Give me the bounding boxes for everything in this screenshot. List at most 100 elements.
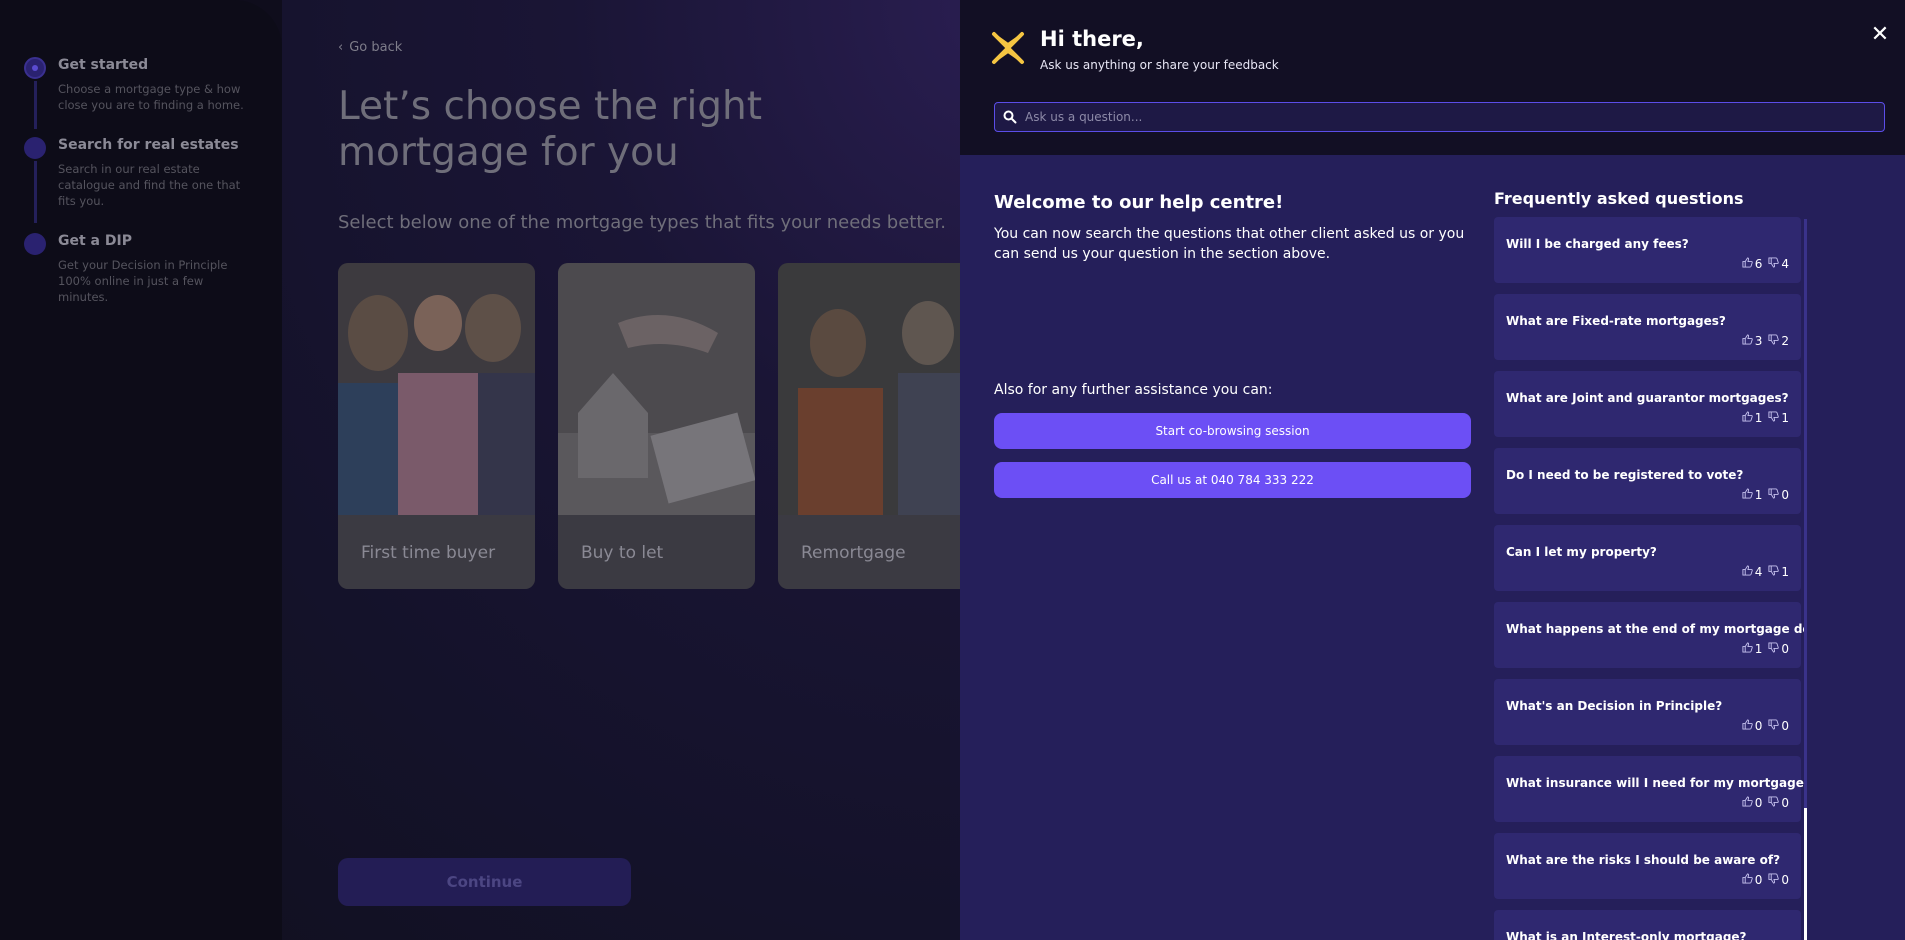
thumbs-up-button[interactable]: 6: [1742, 257, 1762, 271]
downvote-count: 1: [1781, 411, 1789, 425]
page-title: Let’s choose the right mortgage for you: [338, 84, 763, 175]
upvote-count: 0: [1754, 873, 1763, 887]
go-back-label: Go back: [349, 40, 403, 55]
thumbs-down-button[interactable]: 1: [1768, 411, 1789, 425]
faq-item[interactable]: What are the risks I should be aware of?…: [1494, 833, 1801, 899]
card-caption: Remortgage: [778, 515, 960, 589]
help-search-bar[interactable]: [994, 102, 1885, 132]
couple-photo: [778, 263, 960, 515]
step-get-dip[interactable]: Get a DIP Get your Decision in Principle…: [24, 231, 254, 305]
faq-votes: 41: [1742, 565, 1789, 579]
downvote-count: 0: [1781, 796, 1789, 810]
thumbs-down-button[interactable]: 0: [1768, 642, 1789, 656]
thumbs-up-icon: [1742, 257, 1753, 271]
upvote-count: 1: [1754, 488, 1763, 502]
continue-button[interactable]: Continue: [338, 858, 631, 906]
step-desc: Choose a mortgage type & how close you a…: [58, 82, 244, 112]
progress-sidebar: Get started Choose a mortgage type & how…: [0, 0, 282, 940]
thumbs-down-button[interactable]: 0: [1768, 873, 1789, 887]
faq-item[interactable]: What are Joint and guarantor mortgages? 1…: [1494, 371, 1801, 437]
thumbs-down-button[interactable]: 0: [1768, 488, 1789, 502]
go-back-link[interactable]: ‹ Go back: [338, 40, 402, 55]
thumbs-down-icon: [1768, 796, 1780, 810]
thumbs-down-button[interactable]: 0: [1768, 796, 1789, 810]
page-subtitle: Select below one of the mortgage types t…: [338, 212, 946, 233]
step-connector: [34, 81, 37, 129]
thumbs-down-button[interactable]: 1: [1768, 565, 1789, 579]
downvote-count: 0: [1781, 719, 1789, 733]
thumbs-up-button[interactable]: 4: [1742, 565, 1763, 579]
faq-item[interactable]: Will I be charged any fees? 6 4: [1494, 217, 1801, 283]
step-indicator: [24, 137, 46, 159]
card-first-time-buyer[interactable]: First time buyer: [338, 263, 535, 589]
thumbs-up-button[interactable]: 1: [1742, 642, 1762, 656]
upvote-count: 1: [1754, 411, 1763, 425]
help-greeting-sub: Ask us anything or share your feedback: [1040, 58, 1279, 72]
step-title: Get a DIP: [58, 233, 132, 249]
thumbs-down-button[interactable]: 2: [1768, 334, 1789, 348]
faq-question: What are Joint and guarantor mortgages?: [1506, 391, 1789, 405]
faq-item[interactable]: What's an Decision in Principle? 0 0: [1494, 679, 1801, 745]
faq-item[interactable]: Can I let my property? 4 1: [1494, 525, 1801, 591]
faq-votes: 10: [1742, 488, 1789, 502]
step-title: Search for real estates: [58, 137, 239, 153]
faq-item[interactable]: What happens at the end of my mortgage d…: [1494, 602, 1804, 668]
faq-votes: 64: [1742, 257, 1789, 271]
search-icon: [995, 110, 1025, 124]
downvote-count: 0: [1781, 488, 1789, 502]
faq-item[interactable]: What are Fixed-rate mortgages? 3 2: [1494, 294, 1801, 360]
thumbs-down-icon: [1768, 257, 1780, 271]
handshake-photo: [558, 263, 755, 515]
faq-question: What insurance will I need for my mortga…: [1506, 776, 1804, 790]
faq-votes: 00: [1742, 719, 1789, 733]
faq-question: Will I be charged any fees?: [1506, 237, 1689, 251]
faq-question: What are the risks I should be aware of?: [1506, 853, 1781, 867]
thumbs-up-button[interactable]: 0: [1742, 796, 1763, 810]
thumbs-up-button[interactable]: 3: [1742, 334, 1762, 348]
downvote-count: 4: [1781, 257, 1789, 271]
thumbs-up-button[interactable]: 1: [1742, 488, 1763, 502]
faq-list: Will I be charged any fees? 6 4 What are Fi…: [1494, 217, 1804, 940]
thumbs-down-button[interactable]: 4: [1768, 257, 1789, 271]
step-desc: Search in our real estate catalogue and …: [58, 162, 241, 208]
faq-votes: 32: [1742, 334, 1789, 348]
step-search-real-estates[interactable]: Search for real estates Search in our re…: [24, 135, 254, 231]
thumbs-up-icon: [1742, 334, 1753, 348]
faq-question: What's an Decision in Principle?: [1506, 699, 1723, 713]
card-buy-to-let[interactable]: Buy to let: [558, 263, 755, 589]
thumbs-up-icon: [1742, 796, 1753, 810]
card-remortgage[interactable]: Remortgage: [778, 263, 960, 589]
faq-item[interactable]: Do I need to be registered to vote? 1 0: [1494, 448, 1801, 514]
faq-votes: 00: [1742, 873, 1789, 887]
thumbs-up-button[interactable]: 0: [1742, 873, 1763, 887]
step-active-indicator: [24, 57, 46, 79]
upvote-count: 0: [1754, 719, 1763, 733]
faq-scrollbar-thumb[interactable]: [1804, 808, 1807, 940]
upvote-count: 4: [1754, 565, 1763, 579]
chevron-left-icon: ‹: [338, 40, 344, 55]
cobrowse-button[interactable]: Start co-browsing session: [994, 413, 1471, 449]
step-list: Get started Choose a mortgage type & how…: [24, 55, 254, 305]
step-indicator: [24, 233, 46, 255]
close-icon[interactable]: ✕: [1867, 22, 1893, 48]
thumbs-up-icon: [1742, 565, 1753, 579]
step-get-started[interactable]: Get started Choose a mortgage type & how…: [24, 55, 254, 135]
downvote-count: 0: [1781, 873, 1789, 887]
downvote-count: 1: [1781, 565, 1789, 579]
thumbs-up-icon: [1742, 642, 1753, 656]
thumbs-up-button[interactable]: 0: [1742, 719, 1763, 733]
faq-votes: 00: [1742, 796, 1789, 810]
thumbs-down-icon: [1768, 488, 1780, 502]
faq-item[interactable]: What is an Interest-only mortgage?00: [1494, 910, 1801, 940]
help-search-input[interactable]: [1025, 110, 1884, 124]
upvote-count: 0: [1754, 796, 1763, 810]
faq-votes: 10: [1742, 642, 1789, 656]
step-connector: [34, 161, 37, 223]
call-us-button[interactable]: Call us at 040 784 333 222: [994, 462, 1471, 498]
downvote-count: 0: [1781, 642, 1789, 656]
thumbs-up-button[interactable]: 1: [1742, 411, 1763, 425]
help-panel: Hi there, Ask us anything or share your …: [960, 0, 1905, 940]
thumbs-down-button[interactable]: 0: [1768, 719, 1789, 733]
thumbs-down-icon: [1768, 334, 1780, 348]
faq-item[interactable]: What insurance will I need for my mortga…: [1494, 756, 1804, 822]
